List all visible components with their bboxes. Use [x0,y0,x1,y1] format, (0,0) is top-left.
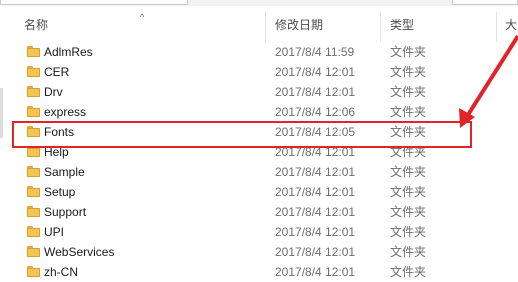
annotation-arrow [459,34,518,128]
arrow-shaft [464,34,518,120]
